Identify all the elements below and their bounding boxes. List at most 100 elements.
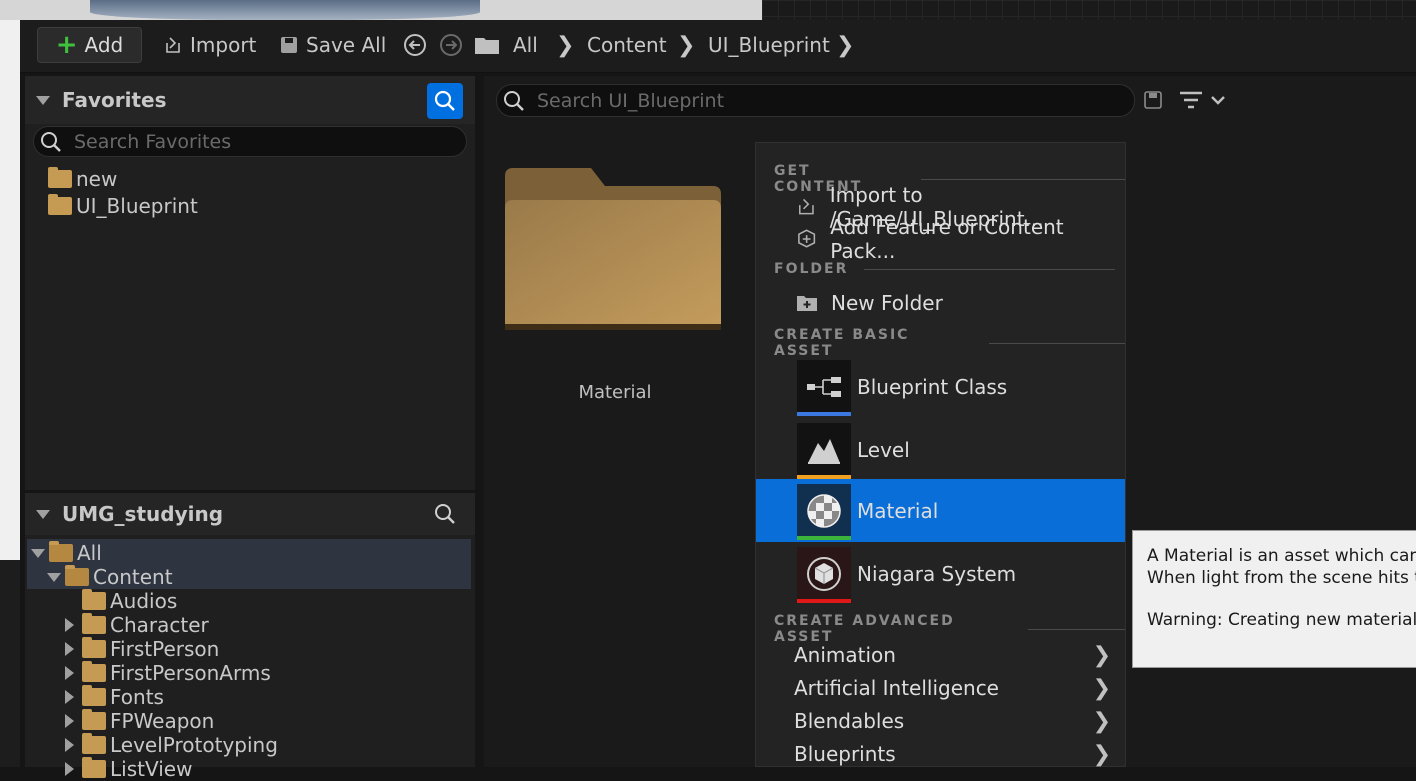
- save-all-label: Save All: [306, 33, 387, 57]
- breadcrumb-content[interactable]: Content: [587, 27, 667, 63]
- tree-item[interactable]: ListView: [65, 757, 192, 781]
- tree-item[interactable]: FPWeapon: [65, 709, 214, 733]
- tree-item[interactable]: FirstPersonArms: [65, 661, 271, 685]
- expand-arrow-icon[interactable]: [65, 666, 74, 680]
- chevron-right-icon[interactable]: ❯: [677, 27, 695, 63]
- import-button[interactable]: Import: [163, 27, 256, 63]
- folder-icon: [82, 733, 106, 754]
- favorites-header[interactable]: Favorites: [25, 76, 475, 124]
- folder-icon: [82, 637, 106, 658]
- niagara-system-icon: [797, 546, 851, 603]
- ai-menu-item[interactable]: Artificial Intelligence ❯: [756, 672, 1125, 704]
- favorites-item[interactable]: UI_Blueprint: [48, 194, 198, 218]
- search-icon: [41, 131, 61, 152]
- tree-item-all[interactable]: All: [31, 541, 102, 565]
- tree-item[interactable]: Fonts: [65, 685, 164, 709]
- save-search-icon[interactable]: [1143, 90, 1163, 114]
- folder-icon: [82, 589, 106, 610]
- new-folder-menu-item[interactable]: New Folder: [756, 287, 1125, 319]
- new-folder-icon: [797, 296, 817, 311]
- chevron-right-icon[interactable]: ❯: [556, 27, 574, 63]
- expand-arrow-icon[interactable]: [65, 714, 74, 728]
- chevron-right-icon: ❯: [1092, 708, 1111, 734]
- breadcrumb-all[interactable]: All: [513, 27, 538, 63]
- section-divider: [1028, 628, 1125, 630]
- menu-item-label: New Folder: [831, 291, 943, 315]
- level-icon: [797, 422, 851, 479]
- material-menu-item[interactable]: Material: [756, 479, 1125, 542]
- tree-item[interactable]: Character: [65, 613, 209, 637]
- breadcrumb-all-label: All: [513, 33, 538, 57]
- tree-item[interactable]: Audios: [82, 589, 177, 613]
- tree-item-label: Character: [110, 613, 209, 637]
- back-arrow-icon[interactable]: [403, 33, 427, 61]
- animation-menu-item[interactable]: Animation ❯: [756, 639, 1125, 671]
- favorites-item[interactable]: new: [48, 167, 117, 191]
- project-title: UMG_studying: [62, 502, 224, 526]
- add-button[interactable]: + Add: [37, 27, 142, 63]
- chevron-right-icon: ❯: [1092, 741, 1111, 767]
- expand-arrow-icon[interactable]: [65, 738, 74, 752]
- blueprints-menu-item[interactable]: Blueprints ❯: [756, 738, 1125, 770]
- expand-arrow-icon[interactable]: [31, 548, 45, 558]
- background-viewport: [90, 0, 480, 20]
- section-divider: [864, 268, 1116, 270]
- tree-item-label: Content: [93, 565, 173, 589]
- expand-arrow-icon[interactable]: [65, 762, 74, 776]
- tree-item[interactable]: FirstPerson: [65, 637, 219, 661]
- background-left-dark: [0, 560, 20, 767]
- favorites-search-input[interactable]: Search Favorites: [33, 126, 467, 157]
- search-icon: [434, 90, 455, 111]
- project-tree-header[interactable]: UMG_studying: [25, 493, 475, 535]
- chevron-right-icon[interactable]: ❯: [836, 27, 854, 63]
- tree-item[interactable]: LevelPrototyping: [65, 733, 278, 757]
- import-label: Import: [190, 33, 257, 57]
- favorites-item-label: new: [76, 167, 118, 191]
- tree-item-label: All: [77, 541, 102, 565]
- search-icon: [504, 90, 524, 111]
- expand-arrow-icon[interactable]: [47, 572, 61, 582]
- expand-arrow-icon[interactable]: [65, 690, 74, 704]
- forward-arrow-icon[interactable]: [439, 33, 463, 61]
- add-context-menu: GET CONTENT Import to /Game/UI_Blueprint…: [755, 142, 1126, 767]
- filter-icon[interactable]: [1178, 88, 1228, 116]
- blueprint-class-menu-item[interactable]: Blueprint Class: [756, 355, 1125, 418]
- section-title: FOLDER: [774, 261, 849, 277]
- tree-item-content[interactable]: Content: [47, 565, 173, 589]
- level-menu-item[interactable]: Level: [756, 418, 1125, 481]
- niagara-system-menu-item[interactable]: Niagara System: [756, 542, 1125, 605]
- tooltip-line: When light from the scene hits the: [1147, 568, 1416, 588]
- folder-icon: [48, 194, 72, 215]
- folder-breadcrumb-icon: [474, 35, 500, 59]
- collapse-arrow-icon[interactable]: [36, 509, 50, 519]
- favorites-panel: Favorites Search Favorites new UI_Bluepr…: [25, 76, 475, 490]
- folder-open-icon: [49, 541, 73, 562]
- add-feature-menu-item[interactable]: Add Feature or Content Pack...: [756, 215, 1125, 263]
- favorites-search-button[interactable]: [427, 83, 463, 119]
- asset-search-input[interactable]: Search UI_Blueprint: [496, 84, 1135, 117]
- expand-arrow-icon[interactable]: [65, 618, 74, 632]
- tooltip-line: A Material is an asset which can b: [1147, 546, 1416, 566]
- menu-item-label: Add Feature or Content Pack...: [830, 215, 1064, 263]
- blendables-menu-item[interactable]: Blendables ❯: [756, 705, 1125, 737]
- tree-item-label: FPWeapon: [110, 709, 215, 733]
- expand-arrow-icon[interactable]: [65, 642, 74, 656]
- asset-type-bar: [797, 411, 851, 416]
- background-graph-grid: [762, 0, 1416, 20]
- collapse-arrow-icon[interactable]: [36, 95, 50, 105]
- material-icon: [797, 483, 851, 540]
- save-all-button[interactable]: Save All: [279, 27, 386, 63]
- blueprint-class-icon: [797, 359, 851, 416]
- menu-item-label: Artificial Intelligence: [794, 676, 999, 700]
- content-pack-icon: [798, 229, 816, 248]
- search-icon[interactable]: [433, 502, 457, 526]
- folder-icon: [82, 757, 106, 778]
- favorites-title: Favorites: [62, 88, 167, 112]
- menu-item-label: Blendables: [794, 709, 905, 733]
- menu-item-label: Animation: [794, 643, 896, 667]
- folder-icon[interactable]: [505, 168, 721, 330]
- tree-item-label: LevelPrototyping: [110, 733, 278, 757]
- asset-type-bar: [797, 598, 851, 603]
- breadcrumb-ui-blueprint[interactable]: UI_Blueprint: [708, 27, 830, 63]
- folder-icon: [82, 613, 106, 634]
